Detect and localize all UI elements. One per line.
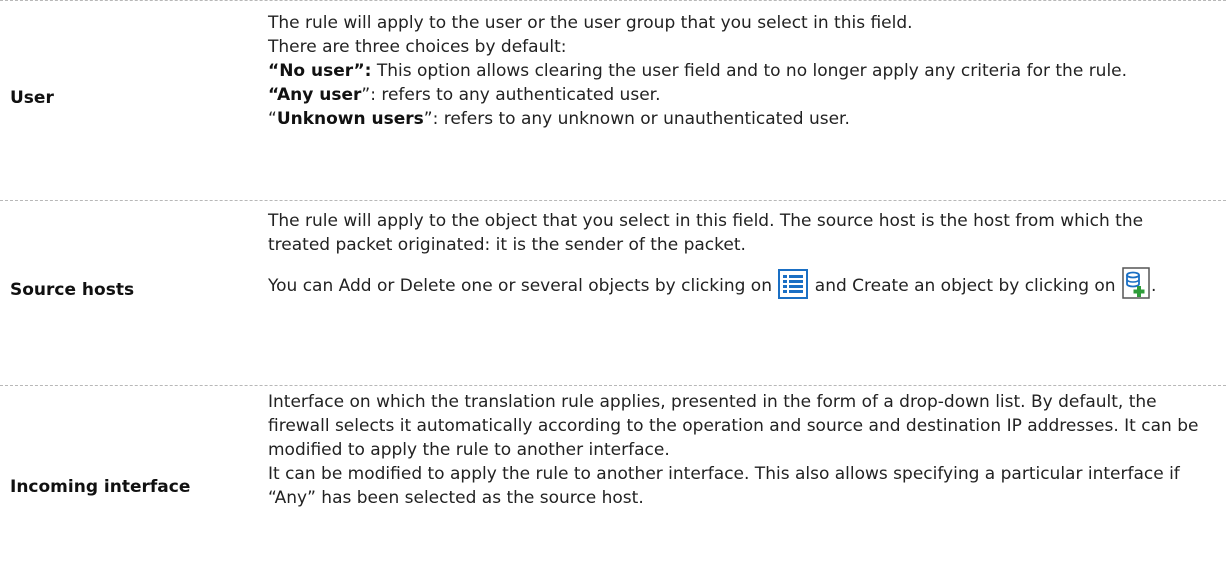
row-label: Incoming interface bbox=[10, 476, 191, 497]
add-object-icon bbox=[1122, 267, 1150, 299]
table-row-source-hosts: Source hosts The rule will apply to the … bbox=[0, 200, 1226, 385]
choice-quote: “ bbox=[268, 85, 277, 105]
description-paragraph: Interface on which the translation rule … bbox=[268, 392, 1199, 460]
table-row-incoming-interface: Incoming interface Interface on which th… bbox=[0, 385, 1226, 585]
choice-text: This option allows clearing the user fie… bbox=[371, 61, 1128, 81]
choice-any-user: “Any user”: refers to any authenticated … bbox=[268, 83, 1206, 107]
paragraph-text: and Create an object by clicking on bbox=[809, 276, 1121, 296]
choice-name: Unknown users bbox=[276, 109, 424, 129]
table-row-user: User The rule will apply to the user or … bbox=[0, 0, 1226, 200]
row-description: The rule will apply to the object that y… bbox=[268, 201, 1226, 385]
choice-name: Any user bbox=[276, 85, 362, 105]
paragraph-text: . bbox=[1150, 276, 1157, 296]
description-paragraph: It can be modified to apply the rule to … bbox=[268, 464, 1180, 508]
choice-name: No user”: bbox=[279, 61, 372, 81]
choice-quote: “ bbox=[268, 61, 280, 81]
description-line: There are three choices by default: bbox=[268, 37, 567, 57]
row-description: Interface on which the translation rule … bbox=[268, 386, 1226, 585]
list-icon bbox=[778, 269, 809, 299]
choice-text: ”: refers to any unknown or unauthentica… bbox=[423, 109, 850, 129]
description-paragraph: The rule will apply to the object that y… bbox=[268, 211, 1144, 255]
parameter-table: User The rule will apply to the user or … bbox=[0, 0, 1226, 585]
description-paragraph: You can Add or Delete one or several obj… bbox=[268, 267, 1206, 304]
choice-unknown-users: “Unknown users”: refers to any unknown o… bbox=[268, 107, 1206, 131]
paragraph-text: You can Add or Delete one or several obj… bbox=[268, 276, 778, 296]
choice-no-user: “No user”: This option allows clearing t… bbox=[268, 59, 1206, 83]
description-line: The rule will apply to the user or the u… bbox=[268, 13, 913, 33]
choice-text: ”: refers to any authenticated user. bbox=[361, 85, 661, 105]
row-label: Source hosts bbox=[10, 280, 135, 300]
choice-quote: “ bbox=[268, 109, 277, 129]
row-label: User bbox=[10, 87, 54, 108]
row-description: The rule will apply to the user or the u… bbox=[268, 1, 1226, 200]
